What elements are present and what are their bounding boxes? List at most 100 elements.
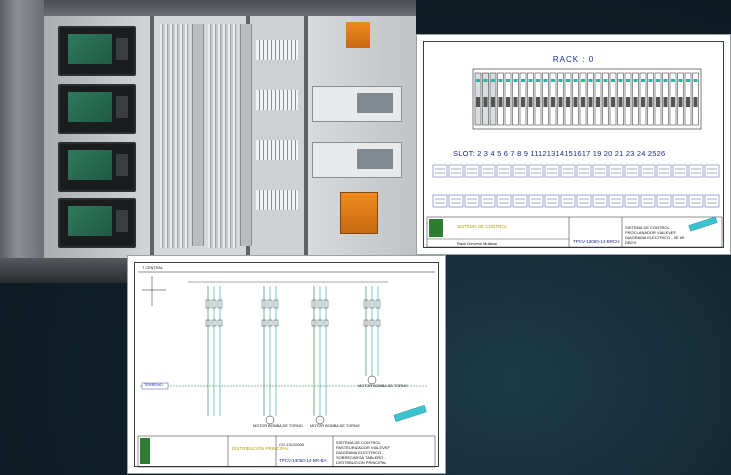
module-led — [588, 79, 593, 82]
panel-divider — [150, 16, 154, 258]
io-card — [704, 164, 720, 178]
motor-drive — [58, 198, 136, 248]
module-connector — [506, 97, 510, 107]
io-card — [704, 194, 720, 208]
io-card — [448, 164, 464, 178]
module-connector — [596, 97, 600, 107]
motor-label: MOTOR BOMBA DE TORNO — [253, 424, 303, 428]
io-card — [448, 194, 464, 208]
title-block-code: TPCV-13050-14-BRCH — [573, 239, 620, 244]
module-connector — [618, 97, 623, 107]
module-connector — [551, 97, 555, 107]
module-connector — [633, 97, 638, 107]
io-card — [512, 164, 528, 178]
io-card — [528, 194, 544, 208]
motor-drive — [58, 142, 136, 192]
electrical-cabinet-photo — [0, 0, 416, 283]
terminal-block — [256, 40, 298, 60]
module-led — [528, 79, 533, 82]
panel-divider — [304, 16, 308, 258]
module-connector — [663, 97, 668, 107]
io-card — [528, 164, 544, 178]
module-led — [626, 79, 630, 82]
motor-label: MOTOR BOMBA DE TORNO — [310, 424, 360, 428]
io-card — [544, 164, 560, 178]
module-connector — [678, 97, 683, 107]
module-connector — [626, 97, 630, 107]
io-card — [656, 194, 672, 208]
slot-label: SLOT: — [453, 149, 475, 158]
module-connector — [648, 97, 653, 107]
motor-symbol — [367, 375, 377, 385]
module-led — [506, 79, 510, 82]
io-card — [608, 194, 624, 208]
module-led — [513, 79, 518, 82]
module-connector — [671, 97, 675, 107]
power-schematic — [137, 271, 436, 468]
module-connector — [693, 97, 698, 107]
module-connector — [513, 97, 518, 107]
plc-module — [312, 86, 402, 122]
motor-drive — [58, 84, 136, 134]
module-connector — [483, 97, 488, 107]
module-connector — [573, 97, 578, 107]
motor-drive — [58, 26, 136, 76]
io-card — [560, 164, 576, 178]
cabinet-frame-top — [0, 0, 416, 16]
module-led — [566, 79, 570, 82]
io-card — [688, 164, 704, 178]
module-led — [498, 79, 503, 82]
module-led — [603, 79, 608, 82]
wire-bundle — [208, 24, 236, 248]
module-led — [573, 79, 578, 82]
module-led — [521, 79, 525, 82]
io-card — [624, 194, 640, 208]
title-block-num: CO-13120000 — [279, 442, 305, 447]
module-led — [686, 79, 690, 82]
motor-symbol — [265, 415, 275, 425]
bus-label: TERRENO — [144, 383, 163, 387]
top-label: T CENTRAL — [142, 266, 164, 270]
module-led — [648, 79, 653, 82]
module-led — [536, 79, 540, 82]
io-card — [672, 194, 688, 208]
io-card — [560, 194, 576, 208]
motor-label: MOTOR BOMBA DE TORNO — [358, 384, 408, 388]
module-led — [611, 79, 615, 82]
io-card — [480, 164, 496, 178]
module-connector — [641, 97, 645, 107]
module-led — [596, 79, 600, 82]
io-card — [656, 164, 672, 178]
module-led — [618, 79, 623, 82]
wire-duct — [240, 24, 252, 246]
title-block-left: SISTEMA DE CONTROL — [457, 224, 508, 229]
wire-bundle — [160, 24, 188, 248]
io-card — [464, 194, 480, 208]
module-led — [491, 79, 495, 82]
module-connector — [521, 97, 525, 107]
io-card — [432, 194, 448, 208]
rack-drawing-sheet: RACK : 0 SLOT: 2 3 4 5 6 7 8 9 111213141… — [416, 34, 731, 255]
power-supply — [340, 192, 378, 234]
slot-numbers: SLOT: 2 3 4 5 6 7 8 9 11121314151617 19 … — [453, 149, 665, 158]
power-supply — [346, 22, 370, 48]
plc-module — [312, 142, 402, 178]
module-connector — [656, 97, 660, 107]
module-connector — [603, 97, 608, 107]
io-card — [464, 164, 480, 178]
module-connector — [611, 97, 615, 107]
title-block-desc: SISTEMA DE CONTROL PASTEURIZADOR VIALEVE… — [336, 440, 390, 465]
module-led — [693, 79, 698, 82]
module-connector — [543, 97, 548, 107]
terminal-block — [256, 140, 298, 160]
wire-duct — [192, 24, 204, 246]
module-connector — [528, 97, 533, 107]
motor-symbol — [315, 415, 325, 425]
io-card — [544, 194, 560, 208]
module-led — [543, 79, 548, 82]
io-card — [688, 194, 704, 208]
slot-list: 2 3 4 5 6 7 8 9 11121314151617 19 20 21 … — [477, 149, 666, 158]
module-connector — [536, 97, 540, 107]
io-card — [480, 194, 496, 208]
io-card — [496, 194, 512, 208]
